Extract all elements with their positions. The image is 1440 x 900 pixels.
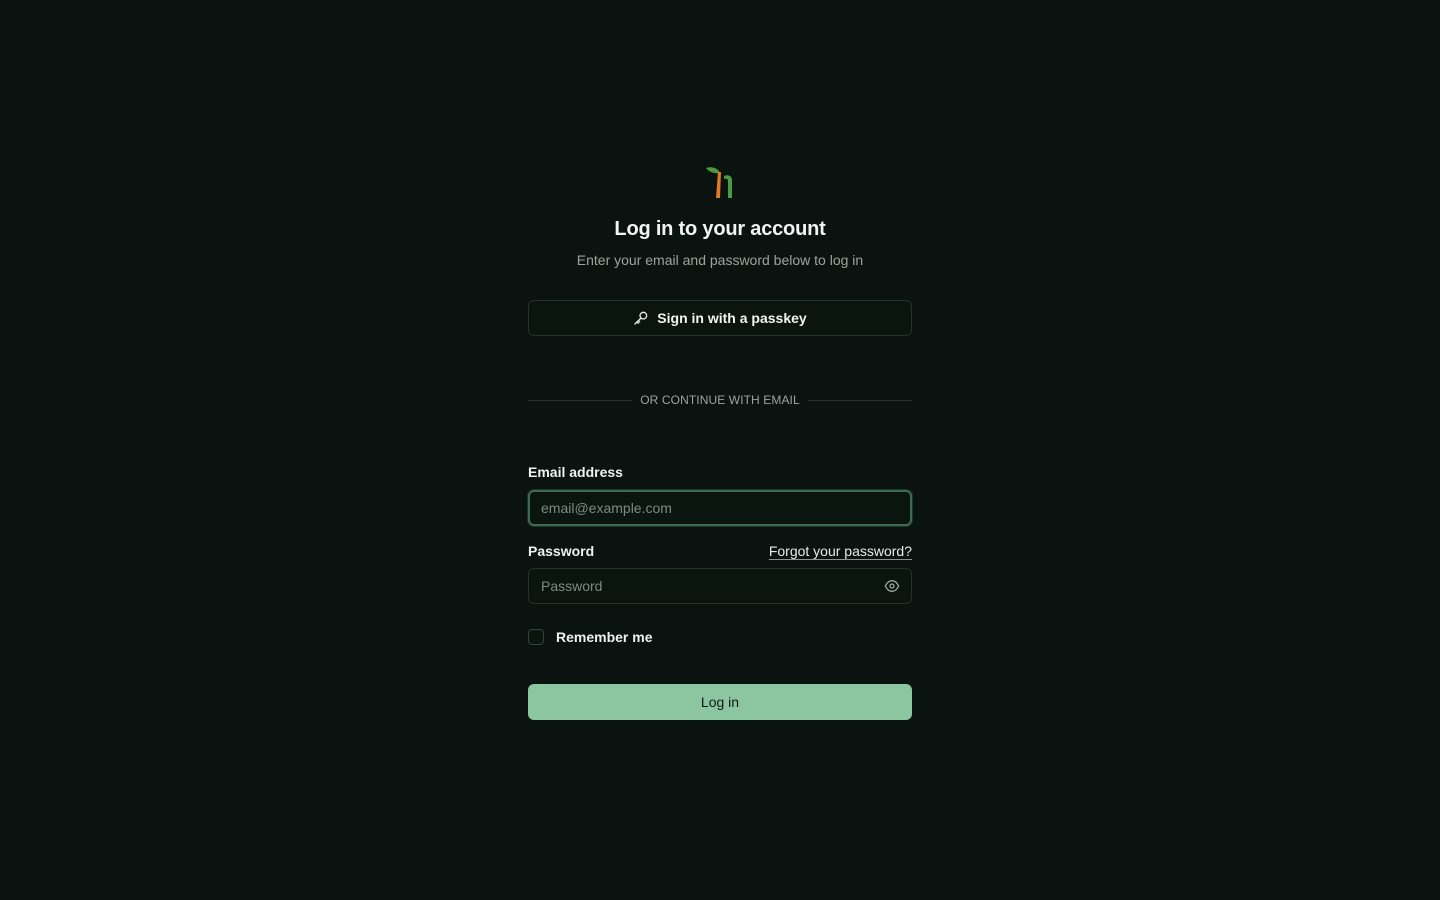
key-icon (634, 311, 648, 325)
login-page: Log in to your account Enter your email … (0, 0, 1440, 900)
login-button[interactable]: Log in (528, 684, 912, 720)
password-label: Password (528, 543, 595, 559)
password-input[interactable] (528, 568, 912, 604)
or-divider: OR CONTINUE WITH EMAIL (528, 392, 913, 408)
sprout-logo-icon (706, 167, 732, 198)
page-subtitle: Enter your email and password below to l… (576, 252, 864, 268)
page-title: Log in to your account (614, 218, 826, 240)
divider-line-right (807, 399, 913, 401)
login-form: Log in to your account Enter your email … (528, 160, 913, 720)
passkey-button-label: Sign in with a passkey (657, 310, 807, 326)
eye-icon (884, 580, 900, 592)
email-input[interactable] (528, 490, 912, 526)
forgot-password-link[interactable]: Forgot your password? (769, 543, 912, 559)
email-label: Email address (528, 464, 623, 480)
remember-me-checkbox[interactable] (528, 629, 544, 645)
passkey-signin-button[interactable]: Sign in with a passkey (528, 300, 912, 336)
divider-text: OR CONTINUE WITH EMAIL (640, 393, 800, 407)
divider-line-left (528, 399, 633, 401)
remember-me-label[interactable]: Remember me (556, 629, 653, 645)
toggle-password-visibility-button[interactable] (880, 576, 904, 596)
